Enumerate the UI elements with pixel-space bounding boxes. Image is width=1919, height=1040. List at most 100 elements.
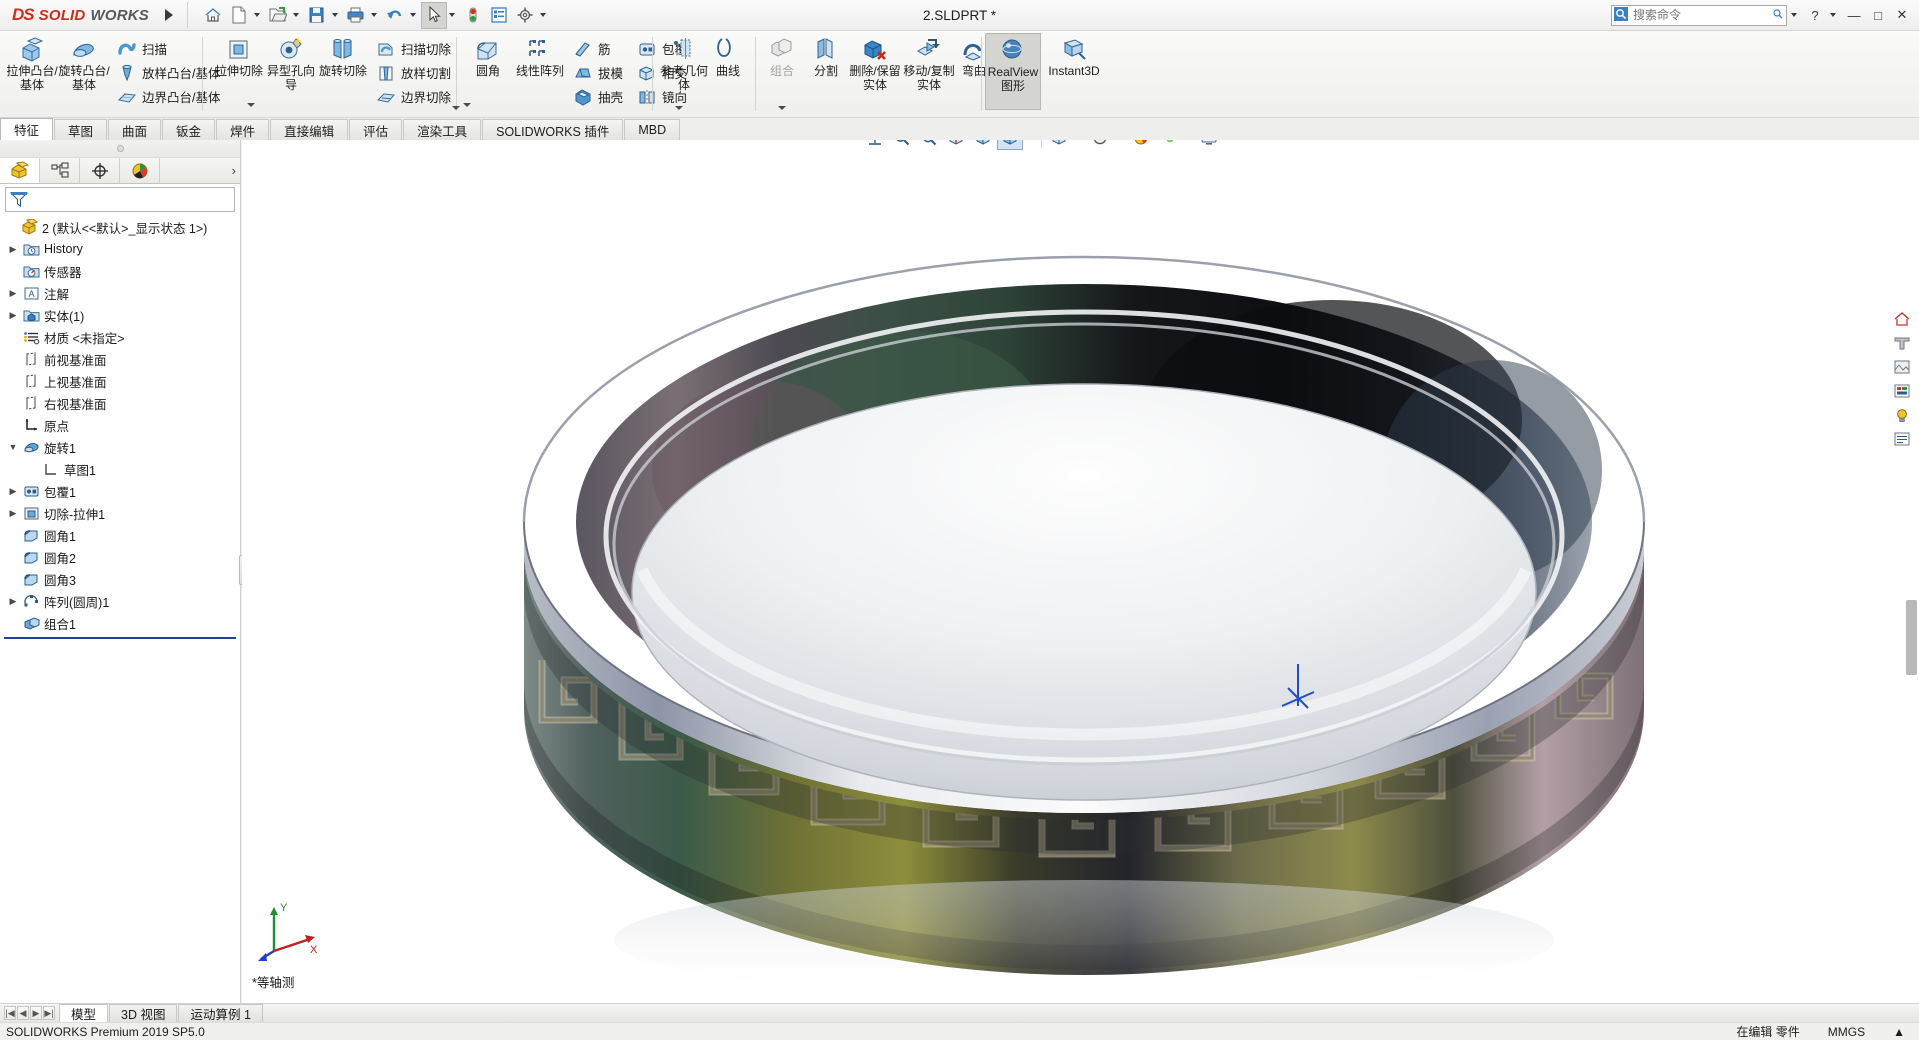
bottom-tab-3dviews[interactable]: 3D 视图 [109, 1004, 178, 1022]
tab-nav-arrows[interactable]: |◀ ◀ ▶ ▶| [0, 1006, 59, 1020]
home-view-button[interactable] [1890, 308, 1914, 330]
zoom-to-fit-button[interactable] [862, 140, 888, 150]
tab-evaluate[interactable]: 评估 [349, 119, 403, 140]
tree-item-combine1[interactable]: 组合1 [0, 612, 240, 634]
search-input[interactable] [1631, 7, 1755, 23]
tab-mbd[interactable]: MBD [624, 119, 681, 140]
undo-caret-icon[interactable] [409, 13, 416, 17]
nav-last-button[interactable]: ▶| [43, 1006, 55, 1020]
search-container[interactable] [1611, 4, 1787, 26]
status-units[interactable]: MMGS [1828, 1025, 1865, 1039]
nav-next-button[interactable]: ▶ [30, 1006, 42, 1020]
save-caret-icon[interactable] [331, 13, 338, 17]
feature-manager-tab[interactable] [0, 158, 40, 183]
reference-group-more[interactable] [675, 106, 683, 110]
nav-first-button[interactable]: |◀ [4, 1006, 16, 1020]
chevron-down-icon[interactable] [778, 106, 786, 110]
expander-collapsed-icon[interactable]: ▶ [6, 288, 20, 299]
lights-cameras-button[interactable] [1890, 404, 1914, 426]
realview-button[interactable]: RealView 图形 [985, 33, 1041, 110]
vertical-scrollbar-thumb[interactable] [1906, 600, 1917, 675]
boundary-boss-button[interactable]: 边界凸台/基体 [114, 85, 223, 108]
previous-view-button[interactable] [916, 140, 942, 150]
help-caret-icon[interactable] [1830, 13, 1836, 17]
tree-item-solid-bodies[interactable]: ▶ 实体(1) [0, 304, 240, 326]
close-button[interactable]: ✕ [1891, 4, 1913, 26]
home-button[interactable] [200, 2, 226, 29]
tree-item-fillet1[interactable]: 圆角1 [0, 524, 240, 546]
fillet-button[interactable]: 圆角 [462, 33, 514, 79]
tab-render-tools[interactable]: 渲染工具 [403, 119, 482, 140]
menu-expand-arrow-icon[interactable] [164, 9, 173, 21]
revolved-cut-button[interactable]: 旋转切除 [317, 33, 369, 79]
boundary-cut-button[interactable]: 边界切除 [373, 85, 454, 108]
file-properties-button[interactable] [486, 2, 512, 29]
revolve-boss-button[interactable]: 旋转凸台/基体 [58, 33, 110, 92]
tree-item-cut-extrude1[interactable]: ▶ 切除-拉伸1 [0, 502, 240, 524]
select-caret-icon[interactable] [448, 13, 455, 17]
open-document-caret-icon[interactable] [292, 13, 299, 17]
expander-expanded-icon[interactable]: ▼ [6, 442, 20, 452]
expander-collapsed-icon[interactable]: ▶ [6, 508, 20, 519]
delete-keep-body-button[interactable]: 删除/保留实体 [848, 33, 902, 92]
sweep-button[interactable]: 扫描 [114, 37, 223, 60]
expander-collapsed-icon[interactable]: ▶ [6, 244, 20, 255]
tree-item-sensors[interactable]: 传感器 [0, 260, 240, 282]
tree-item-annotations[interactable]: ▶ A 注解 [0, 282, 240, 304]
custom-properties-button[interactable] [1890, 428, 1914, 450]
select-button[interactable] [420, 1, 447, 29]
tab-features[interactable]: 特征 [0, 118, 54, 140]
tree-filter-box[interactable] [5, 187, 235, 212]
graphics-viewport[interactable]: ⧉ — □ ✕ [242, 140, 1919, 1011]
tree-item-top-plane[interactable]: 上视基准面 [0, 370, 240, 392]
status-units-caret-icon[interactable]: ▲ [1893, 1025, 1905, 1039]
tree-item-material[interactable]: 材质 <未指定> [0, 326, 240, 348]
split-button[interactable]: 分割 [804, 33, 848, 79]
tree-item-sketch1[interactable]: 草图1 [0, 458, 240, 480]
extruded-cut-button[interactable]: 拉伸切除 [213, 33, 265, 79]
view-settings-button[interactable] [1196, 140, 1222, 150]
tree-item-revolve1[interactable]: ▼ 旋转1 [0, 436, 240, 458]
tab-direct-editing[interactable]: 直接编辑 [270, 119, 349, 140]
reference-geometry-button[interactable]: 参考几何体 [660, 33, 708, 92]
undo-button[interactable] [382, 2, 408, 29]
linear-pattern-button[interactable]: 线性阵列 [514, 33, 566, 79]
expander-collapsed-icon[interactable]: ▶ [6, 596, 20, 607]
panel-expander-button[interactable]: › [232, 163, 236, 178]
curves-button[interactable]: 曲线 [708, 33, 748, 79]
extrude-boss-button[interactable]: 拉伸凸台/基体 [6, 33, 58, 92]
display-manager-tab[interactable] [120, 158, 160, 183]
move-copy-body-button[interactable]: 移动/复制实体 [902, 33, 956, 92]
zoom-to-area-button[interactable] [889, 140, 915, 150]
search-dropdown-icon[interactable] [1772, 8, 1784, 23]
property-manager-tab[interactable] [40, 158, 80, 183]
minimize-button[interactable]: — [1843, 4, 1865, 26]
chevron-down-icon[interactable] [675, 106, 683, 110]
hide-show-items-button[interactable] [1046, 140, 1072, 150]
swept-cut-button[interactable]: 扫描切除 [373, 37, 454, 60]
tree-item-fillet3[interactable]: 圆角3 [0, 568, 240, 590]
panel-grip[interactable] [0, 140, 240, 158]
expander-collapsed-icon[interactable]: ▶ [6, 310, 20, 321]
tree-item-part-root[interactable]: 2 (默认<<默认>_显示状态 1>) [0, 216, 240, 238]
new-document-caret-icon[interactable] [253, 13, 260, 17]
hole-wizard-button[interactable]: 异型孔向导 [265, 33, 317, 92]
nav-prev-button[interactable]: ◀ [17, 1006, 29, 1020]
shell-button[interactable]: 抽壳 [570, 85, 626, 108]
save-button[interactable] [304, 2, 330, 29]
scenes-button[interactable] [1890, 356, 1914, 378]
instant3d-button[interactable]: Instant3D [1041, 33, 1107, 79]
tree-item-origin[interactable]: 原点 [0, 414, 240, 436]
apply-scene-button[interactable] [1128, 140, 1154, 150]
tree-item-history[interactable]: ▶ History [0, 238, 240, 260]
help-button[interactable]: ? [1804, 4, 1826, 26]
rib-button[interactable]: 筋 [570, 37, 626, 60]
chevron-down-icon[interactable] [452, 106, 460, 110]
open-document-button[interactable] [265, 2, 291, 29]
tab-sketch[interactable]: 草图 [54, 119, 108, 140]
tree-item-front-plane[interactable]: 前视基准面 [0, 348, 240, 370]
display-style-button[interactable] [997, 140, 1023, 150]
new-document-button[interactable] [226, 2, 252, 29]
section-view-button[interactable] [943, 140, 969, 150]
tree-item-right-plane[interactable]: 右视基准面 [0, 392, 240, 414]
